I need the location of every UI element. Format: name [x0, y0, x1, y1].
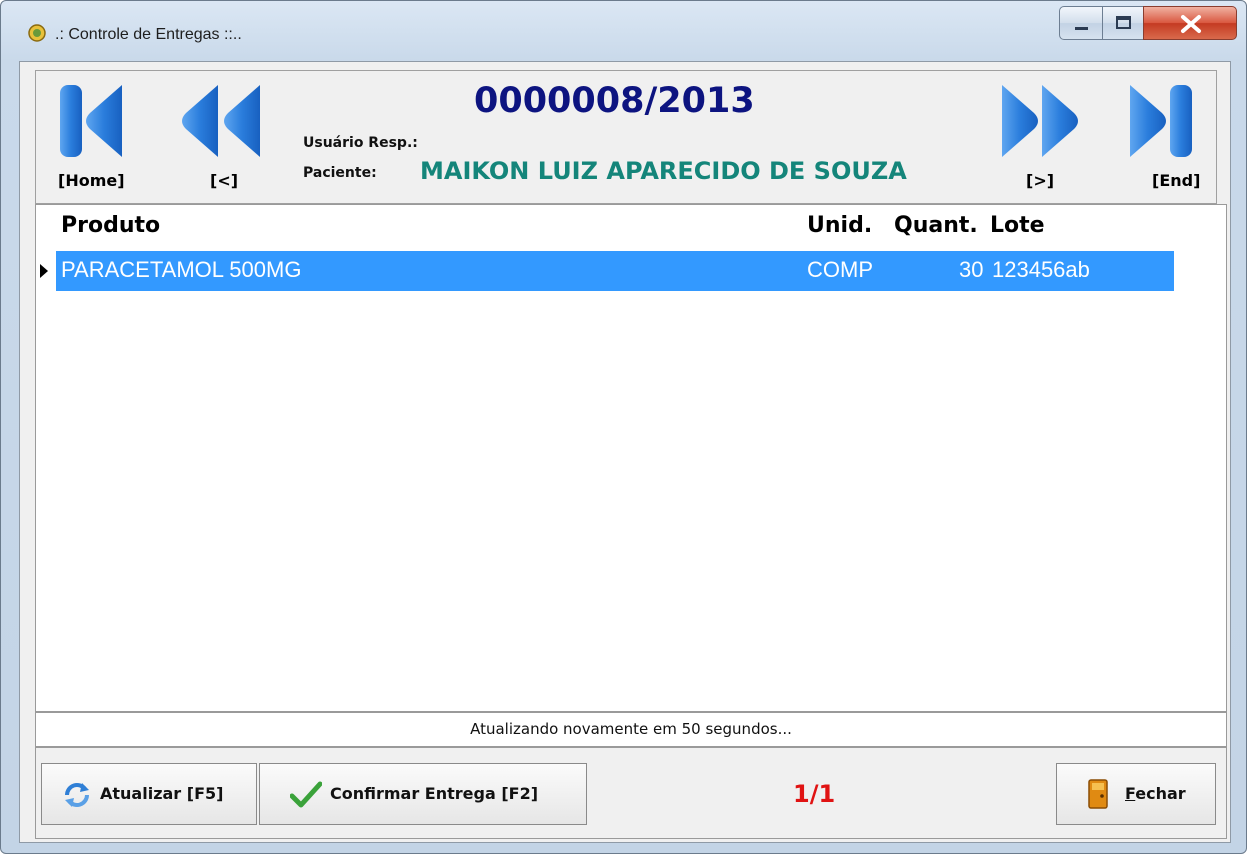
previous-record-button[interactable]: [<]: [168, 77, 278, 197]
header-panel: [Home] [<] 0000008/2013 Usuário Resp.: P…: [35, 70, 1217, 204]
last-record-label: [End]: [1152, 171, 1201, 190]
app-icon: [28, 24, 46, 42]
window-title: .: Controle de Entregas ::..: [55, 26, 242, 43]
column-header-unid[interactable]: Unid.: [807, 213, 872, 238]
column-header-lote[interactable]: Lote: [990, 213, 1045, 238]
cell-quant: 30: [959, 257, 984, 282]
close-window-button[interactable]: [1143, 6, 1237, 40]
next-record-label: [>]: [1026, 171, 1055, 190]
maximize-icon: [1116, 16, 1131, 29]
document-number: 0000008/2013: [474, 81, 755, 121]
refresh-icon: [65, 783, 89, 807]
column-header-produto[interactable]: Produto: [61, 213, 160, 238]
confirm-delivery-label: Confirmar Entrega [F2]: [330, 784, 539, 803]
rewind-icon: [182, 85, 260, 157]
current-row-indicator: [40, 264, 48, 278]
cell-lote: 123456ab: [992, 257, 1090, 282]
close-icon: [1181, 15, 1201, 33]
refresh-button[interactable]: Atualizar [F5]: [41, 763, 257, 825]
skip-first-icon: [60, 85, 122, 157]
client-area: [Home] [<] 0000008/2013 Usuário Resp.: P…: [19, 61, 1231, 843]
confirm-delivery-button[interactable]: Confirmar Entrega [F2]: [259, 763, 587, 825]
next-record-button[interactable]: [>]: [984, 77, 1094, 197]
cell-produto: PARACETAMOL 500MG: [61, 257, 302, 282]
table-row[interactable]: PARACETAMOL 500MG COMP 30 123456ab: [56, 251, 1174, 291]
column-header-quant[interactable]: Quant.: [894, 213, 978, 238]
fast-forward-icon: [1002, 85, 1078, 157]
previous-record-label: [<]: [210, 171, 239, 190]
checkmark-icon: [290, 781, 322, 808]
maximize-button[interactable]: [1102, 6, 1144, 40]
close-label: Fechar: [1125, 784, 1186, 803]
door-exit-icon: [1088, 779, 1108, 809]
paciente-label: Paciente:: [303, 165, 377, 181]
last-record-button[interactable]: [End]: [1116, 77, 1211, 197]
patient-name: MAIKON LUIZ APARECIDO DE SOUZA: [420, 157, 907, 185]
first-record-label: [Home]: [58, 171, 125, 190]
refresh-label: Atualizar [F5]: [100, 784, 224, 803]
products-grid[interactable]: Produto Unid. Quant. Lote PARACETAMOL 50…: [35, 204, 1227, 712]
first-record-button[interactable]: [Home]: [46, 77, 136, 197]
app-window: .: Controle de Entregas ::.. [Home] [<] …: [0, 0, 1247, 854]
skip-last-icon: [1130, 85, 1192, 157]
footer-panel: Atualizar [F5] Confirmar Entrega [F2] 1/…: [35, 747, 1227, 839]
page-counter: 1/1: [793, 780, 836, 808]
title-bar[interactable]: .: Controle de Entregas ::..: [1, 1, 1246, 61]
minimize-button[interactable]: [1059, 6, 1103, 40]
usuario-label: Usuário Resp.:: [303, 135, 418, 151]
close-button[interactable]: Fechar: [1056, 763, 1216, 825]
cell-unid: COMP: [807, 257, 873, 282]
status-bar: Atualizando novamente em 50 segundos...: [35, 712, 1227, 747]
minimize-icon: [1075, 27, 1088, 30]
